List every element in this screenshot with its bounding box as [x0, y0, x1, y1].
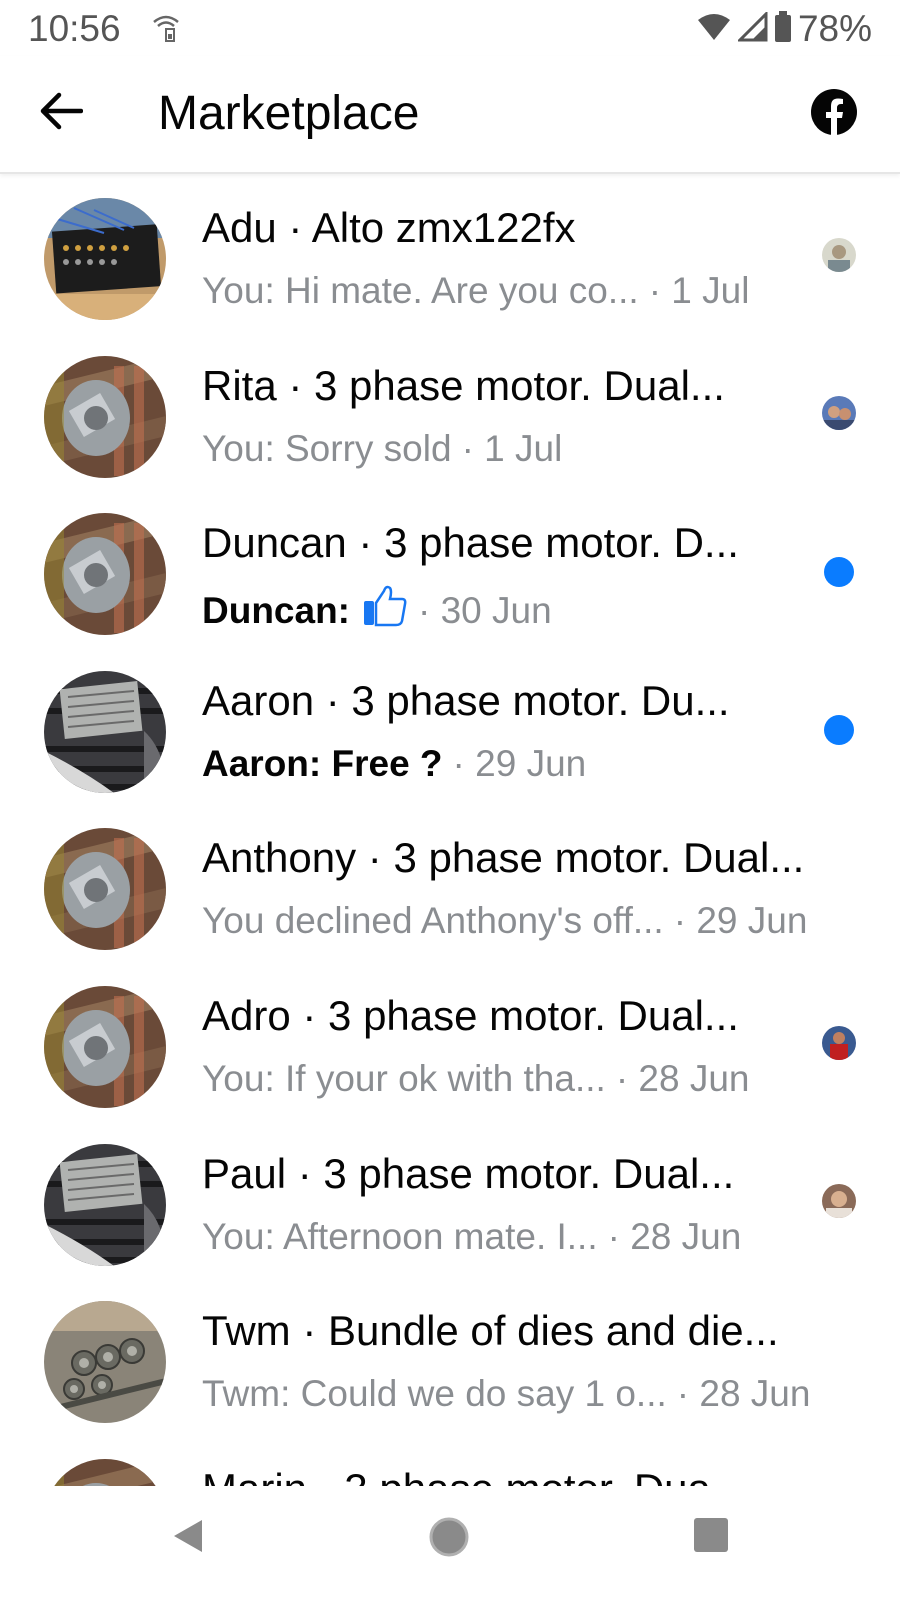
avatar-motor [44, 355, 166, 478]
message-preview: Twm: Could we do say 1 o... [202, 1373, 667, 1415]
status-bar: 10:56 78% [0, 0, 900, 56]
avatar-motor [44, 513, 166, 636]
conversation-title: Anthony · 3 phase motor. Dual... [202, 834, 805, 882]
conversation-preview: You: If your ok with tha... · 28 Jun [202, 1058, 750, 1100]
conversation-item[interactable]: Paul · 3 phase motor. Dual... You: After… [0, 1122, 900, 1280]
conversation-preview: You declined Anthony's off... · 29 Jun [202, 900, 807, 942]
conversation-title: Adu · Alto zmx122fx [202, 204, 576, 251]
message-preview: You declined Anthony's off... [202, 900, 664, 942]
status-right-group: 78% [696, 8, 872, 50]
conversation-preview: You: Hi mate. Are you co... · 1 Jul [202, 270, 749, 312]
conversation-item[interactable]: Aaron · 3 phase motor. Du... Aaron: Free… [0, 649, 900, 807]
wifi-icon [696, 12, 732, 47]
conversation-item[interactable]: Anthony · 3 phase motor. Dual... You dec… [0, 806, 900, 964]
read-receipt-avatar [822, 395, 856, 430]
status-time: 10:56 [28, 8, 121, 49]
conversation-item[interactable]: Adro · 3 phase motor. Dual... You: If yo… [0, 964, 900, 1122]
avatar-audio-mixer [44, 198, 166, 320]
conversation-title: Adro · 3 phase motor. Dual... [202, 991, 739, 1039]
conversation-title: Paul · 3 phase motor. Dual... [202, 1149, 735, 1197]
conversation-title: Duncan · 3 phase motor. D... [202, 519, 739, 567]
arrow-left-icon [40, 92, 83, 130]
conversation-item[interactable]: Duncan · 3 phase motor. D... Duncan: · 3… [0, 491, 900, 649]
unread-indicator [824, 557, 854, 588]
avatar-motor [44, 828, 166, 951]
message-preview: Aaron: Free ? [202, 742, 443, 784]
battery-percentage: 78% [797, 8, 872, 49]
cast-icon [150, 12, 182, 49]
conversation-preview: You: Sorry sold · 1 Jul [202, 428, 562, 470]
nav-recents-icon[interactable] [694, 1518, 728, 1552]
conversation-list: Adu · Alto zmx122fx You: Hi mate. Are yo… [0, 176, 900, 1486]
conversation-title: Twm · Bundle of dies and die... [202, 1307, 779, 1355]
nav-back-icon[interactable] [170, 1516, 206, 1561]
message-date: · 30 Jun [418, 589, 552, 631]
conversation-item[interactable]: Twm · Bundle of dies and die... Twm: Cou… [0, 1279, 900, 1437]
message-date: · 29 Jun [452, 742, 587, 784]
conversation-preview: You: Afternoon mate. I... · 28 Jun [202, 1216, 741, 1258]
avatar-motor [44, 985, 166, 1108]
conversation-preview: Aaron: Free ? · 29 Jun [202, 743, 586, 785]
signal-icon [736, 9, 768, 47]
avatar-motor-plate [44, 1143, 166, 1266]
message-date: · 1 Jul [461, 427, 563, 469]
system-nav-bar [0, 1486, 900, 1600]
conversation-title: Rita · 3 phase motor. Dual... [202, 361, 725, 409]
message-date: · 1 Jul [648, 270, 750, 311]
thumbs-up-icon [362, 585, 408, 636]
read-receipt-avatar [822, 238, 856, 272]
avatar-motor-plate [44, 670, 166, 793]
page-title: Marketplace [158, 87, 420, 140]
read-receipt-avatar [822, 1183, 856, 1218]
conversation-preview: Twm: Could we do say 1 o... · 28 Jun [202, 1373, 810, 1415]
message-date: · 28 Jun [676, 1373, 811, 1415]
message-preview: You: Hi mate. Are you co... [202, 270, 639, 311]
conversation-title: Aaron · 3 phase motor. Du... [202, 676, 730, 724]
battery-icon [774, 10, 792, 48]
conversation-item[interactable]: Adu · Alto zmx122fx You: Hi mate. Are yo… [0, 176, 900, 334]
facebook-button[interactable] [810, 88, 858, 136]
conversation-title: Marin · 3 phase motor. Dua... [202, 1465, 746, 1486]
message-preview: Duncan: [202, 589, 350, 631]
message-date: · 28 Jun [607, 1215, 742, 1257]
message-preview: You: If your ok with tha... [202, 1057, 606, 1099]
message-date: · 29 Jun [673, 900, 808, 942]
message-preview: You: Afternoon mate. I... [202, 1215, 598, 1257]
app-header: Marketplace [0, 56, 900, 174]
message-date: · 28 Jun [615, 1057, 750, 1099]
nav-home-icon[interactable] [428, 1516, 470, 1563]
back-button[interactable] [36, 86, 86, 136]
message-preview: You: Sorry sold [202, 427, 452, 469]
avatar-motor [44, 1458, 166, 1486]
conversation-item[interactable]: Marin · 3 phase motor. Dua... [0, 1437, 900, 1486]
unread-indicator [824, 714, 854, 745]
conversation-preview: Duncan: · 30 Jun [202, 585, 552, 636]
avatar-dies [44, 1301, 166, 1424]
conversation-item[interactable]: Rita · 3 phase motor. Dual... You: Sorry… [0, 334, 900, 492]
read-receipt-avatar [822, 1025, 856, 1060]
facebook-logo-icon [811, 89, 857, 135]
